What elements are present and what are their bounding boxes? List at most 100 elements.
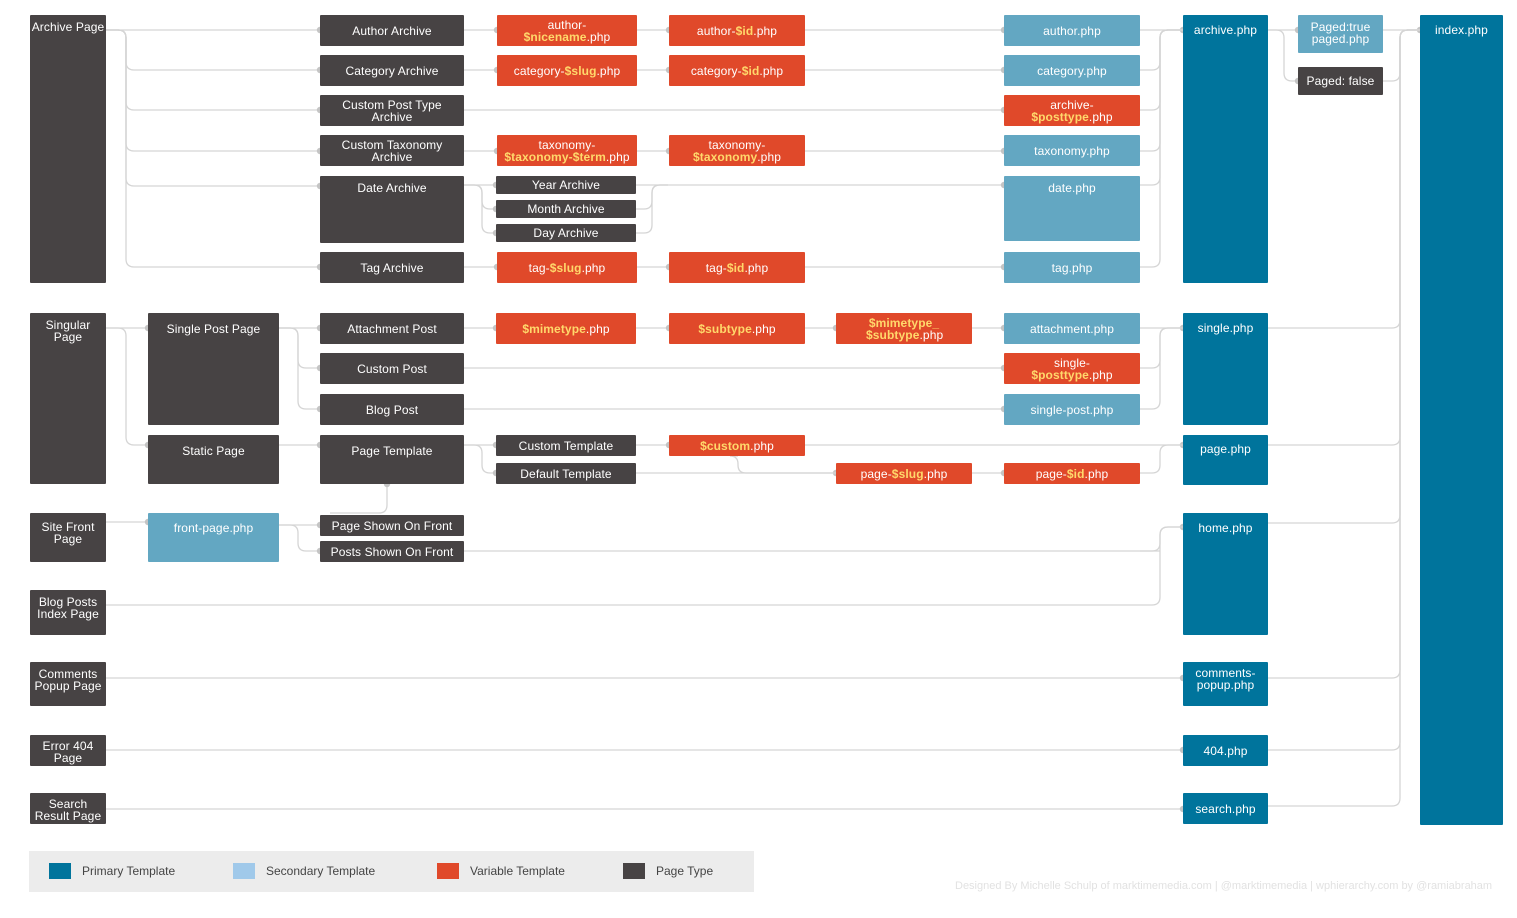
tag-slug-template[interactable]: tag- $slug .php xyxy=(497,252,637,283)
category-archive-node[interactable]: Category Archive xyxy=(320,55,464,86)
page-slug-template[interactable]: page- $slug .php xyxy=(836,463,972,484)
tag-php-template[interactable]: tag.php xyxy=(1004,252,1140,283)
attachment-post-node[interactable]: Attachment Post xyxy=(320,313,464,344)
category-archive-label: Category Archive xyxy=(345,63,439,78)
paged-true-label: Paged:true paged.php xyxy=(1310,20,1371,46)
index-php-label: index.php xyxy=(1435,23,1488,37)
default-template-node[interactable]: Default Template xyxy=(496,463,636,484)
search-result-page-node[interactable]: Search Result Page xyxy=(30,793,106,824)
category-php-template[interactable]: category.php xyxy=(1004,55,1140,86)
var-variable: $slug xyxy=(564,63,597,78)
static-page-node[interactable]: Static Page xyxy=(148,435,279,484)
day-archive-node[interactable]: Day Archive xyxy=(496,224,636,242)
single-post-page-node[interactable]: Single Post Page xyxy=(148,313,279,425)
connector-line xyxy=(1140,29,1183,71)
attachment-php-template[interactable]: attachment.php xyxy=(1004,313,1140,344)
var-suffix: .php xyxy=(586,30,611,44)
paged-true-template[interactable]: Paged:true paged.php xyxy=(1298,15,1383,53)
home-php-template[interactable]: home.php xyxy=(1183,513,1268,635)
custom-taxonomy-archive-node[interactable]: Custom Taxonomy Archive xyxy=(320,135,464,166)
comments-popup-php-template[interactable]: comments-popup.php xyxy=(1183,662,1268,706)
page-php-template[interactable]: page.php xyxy=(1183,435,1268,485)
var-variable: $id xyxy=(741,63,760,78)
paged-false-node[interactable]: Paged: false xyxy=(1298,67,1383,95)
date-php-template[interactable]: date.php xyxy=(1004,176,1140,241)
var-variable: $mimetype xyxy=(522,321,586,336)
archive-php-template[interactable]: archive.php xyxy=(1183,15,1268,283)
year-archive-node[interactable]: Year Archive xyxy=(496,176,636,194)
legend-item-primary: Primary Template xyxy=(49,863,175,879)
connector-line xyxy=(464,184,496,234)
archive-posttype-template[interactable]: archive- $posttype.php xyxy=(1004,95,1140,126)
author-nicename-template[interactable]: author- $nicename.php xyxy=(497,15,637,46)
connector-line xyxy=(106,29,320,187)
subtype-template[interactable]: $subtype .php xyxy=(669,313,805,344)
front-page-php-template[interactable]: front-page.php xyxy=(148,513,279,562)
var-prefix: tag- xyxy=(528,260,550,275)
category-slug-template[interactable]: category- $slug .php xyxy=(497,55,637,86)
legend-item-page-type: Page Type xyxy=(623,863,713,879)
var-variable: $custom xyxy=(700,438,751,453)
single-posttype-template[interactable]: single- $posttype.php xyxy=(1004,353,1140,384)
comments-popup-page-node[interactable]: Comments Popup Page xyxy=(30,662,106,706)
date-php-label: date.php xyxy=(1048,181,1096,195)
front-page-php-label: front-page.php xyxy=(173,521,254,535)
posts-shown-on-front-label: Posts Shown On Front xyxy=(330,544,454,559)
tag-archive-node[interactable]: Tag Archive xyxy=(320,252,464,283)
custom-taxonomy-archive-label: Custom Taxonomy Archive xyxy=(341,138,443,164)
error-404-page-node[interactable]: Error 404 Page xyxy=(30,735,106,766)
custom-php-template[interactable]: $custom .php xyxy=(669,435,805,456)
singular-page-node[interactable]: Singular Page xyxy=(30,313,106,484)
page-shown-on-front-node[interactable]: Page Shown On Front xyxy=(320,515,464,536)
date-archive-node[interactable]: Date Archive xyxy=(320,176,464,243)
connector-line xyxy=(106,29,320,268)
var-suffix: .php xyxy=(1084,466,1109,481)
connector-line xyxy=(636,184,668,210)
page-id-template[interactable]: page- $id .php xyxy=(1004,463,1140,484)
custom-post-node[interactable]: Custom Post xyxy=(320,353,464,384)
single-php-template[interactable]: single.php xyxy=(1183,313,1268,425)
var-suffix: .php xyxy=(596,63,621,78)
404-php-template[interactable]: 404.php xyxy=(1183,735,1268,766)
var-variable: $posttype xyxy=(1031,368,1089,382)
page-shown-on-front-label: Page Shown On Front xyxy=(331,518,453,533)
taxonomy-php-template[interactable]: taxonomy.php xyxy=(1004,135,1140,166)
single-post-php-template[interactable]: single-post.php xyxy=(1004,394,1140,425)
var-suffix: .php xyxy=(744,260,769,275)
var-suffix: .php xyxy=(605,150,630,164)
variable-swatch-icon xyxy=(437,863,459,879)
var-suffix: .php xyxy=(1088,110,1113,124)
404-php-label: 404.php xyxy=(1203,743,1248,758)
custom-template-node[interactable]: Custom Template xyxy=(496,435,636,456)
singular-page-label: Singular Page xyxy=(45,318,91,344)
page-template-node[interactable]: Page Template xyxy=(320,435,464,484)
blog-post-node[interactable]: Blog Post xyxy=(320,394,464,425)
var-variable: $posttype xyxy=(1031,110,1089,124)
taxonomy-template[interactable]: taxonomy- $taxonomy.php xyxy=(669,135,805,166)
mimetype-subtype-template[interactable]: $mimetype_ $subtype.php xyxy=(836,313,972,344)
tag-id-template[interactable]: tag- $id .php xyxy=(669,252,805,283)
custom-post-type-archive-node[interactable]: Custom Post Type Archive xyxy=(320,95,464,126)
author-php-template[interactable]: author.php xyxy=(1004,15,1140,46)
connector-line xyxy=(1268,29,1298,82)
posts-shown-on-front-node[interactable]: Posts Shown On Front xyxy=(320,541,464,562)
var-variable: $slug xyxy=(549,260,582,275)
archive-page-node[interactable]: Archive Page xyxy=(30,15,106,283)
taxonomy-term-template[interactable]: taxonomy- $taxonomy-$term.php xyxy=(497,135,637,166)
search-php-template[interactable]: search.php xyxy=(1183,793,1268,824)
tag-archive-label: Tag Archive xyxy=(360,260,424,275)
author-id-template[interactable]: author- $id .php xyxy=(669,15,805,46)
index-php-template[interactable]: index.php xyxy=(1420,15,1503,825)
blog-posts-index-page-node[interactable]: Blog Posts Index Page xyxy=(30,590,106,635)
connector-line xyxy=(729,455,836,474)
author-archive-node[interactable]: Author Archive xyxy=(320,15,464,46)
date-archive-label: Date Archive xyxy=(357,181,427,195)
var-variable: $nicename xyxy=(523,30,587,44)
var-prefix: page- xyxy=(860,466,892,481)
category-id-template[interactable]: category- $id .php xyxy=(669,55,805,86)
attachment-php-label: attachment.php xyxy=(1029,321,1115,336)
mimetype-template[interactable]: $mimetype .php xyxy=(496,313,636,344)
month-archive-node[interactable]: Month Archive xyxy=(496,200,636,218)
connector-line xyxy=(1140,444,1183,474)
site-front-page-node[interactable]: Site Front Page xyxy=(30,513,106,562)
